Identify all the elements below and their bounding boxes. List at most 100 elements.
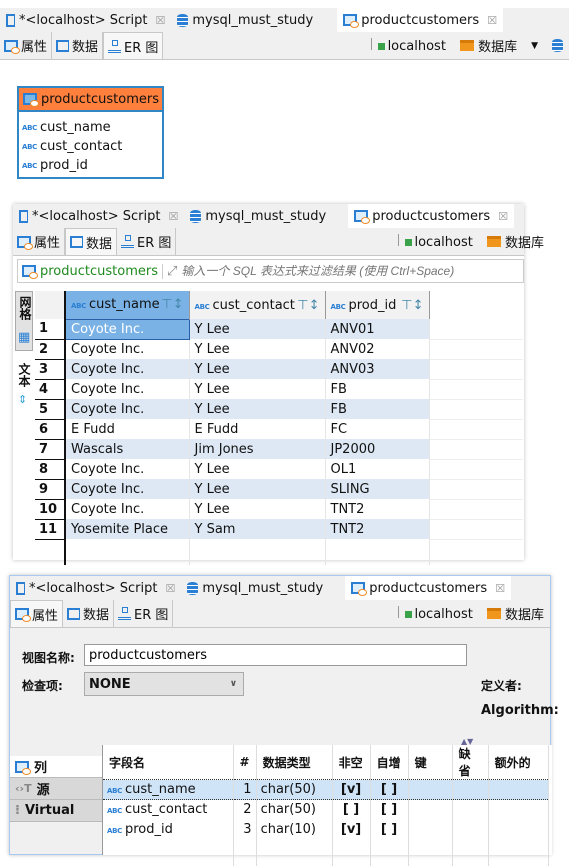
er-entity-box[interactable]: productcustomers ABC cust_name ABC cust_co…: [17, 86, 164, 179]
er-field[interactable]: ABC prod_id: [19, 156, 162, 175]
subtab-er[interactable]: ER 图: [114, 600, 174, 627]
subtab-data[interactable]: 数据: [63, 600, 115, 627]
filter-sort-icon[interactable]: ⊤↕: [297, 298, 319, 313]
close-icon[interactable]: ☒: [165, 582, 175, 595]
grid-cell[interactable]: ANV01: [325, 319, 430, 339]
column-cell[interactable]: [408, 779, 453, 800]
grid-cell[interactable]: Y Sam: [189, 519, 326, 539]
table-row[interactable]: 10 Coyote Inc. Y Lee TNT2: [35, 499, 523, 520]
column-header[interactable]: 额外的: [488, 745, 549, 780]
tab-database[interactable]: mysql_must_study: [184, 204, 332, 228]
grid-cell[interactable]: Yosemite Place: [65, 519, 190, 539]
column-header[interactable]: 字段名: [103, 745, 234, 780]
catalog-selector[interactable]: 数据库: [486, 232, 544, 251]
er-field[interactable]: ABC cust_name: [19, 118, 162, 137]
column-cell[interactable]: 3: [233, 819, 257, 840]
column-cell[interactable]: [452, 799, 489, 820]
column-cell[interactable]: 1: [233, 779, 257, 800]
grid-cell[interactable]: FB: [325, 379, 430, 399]
tab-script[interactable]: *<localhost> Script ☒: [10, 576, 182, 600]
grid-cell[interactable]: E Fudd: [189, 419, 326, 439]
column-cell[interactable]: char(50): [256, 779, 333, 800]
column-header[interactable]: 键: [408, 745, 453, 780]
grid-cell[interactable]: Y Lee: [189, 499, 326, 519]
grid-cell[interactable]: Coyote Inc.: [64, 318, 190, 340]
column-cell[interactable]: [v]: [332, 779, 371, 800]
tab-productcustomers[interactable]: productcustomers ☒: [345, 576, 512, 600]
column-row[interactable]: ABC cust_name 1 char(50) [v][ ]: [103, 779, 549, 800]
grid-cell[interactable]: SLING: [325, 479, 430, 499]
side-tab-columns[interactable]: 列: [10, 756, 102, 778]
grid-cell[interactable]: Coyote Inc.: [65, 359, 190, 379]
grid-cell[interactable]: OL1: [325, 459, 430, 479]
column-row[interactable]: ABC prod_id 3 char(10) [v][ ]: [103, 819, 549, 840]
column-cell[interactable]: [ ]: [332, 799, 371, 820]
column-cell[interactable]: [452, 819, 489, 840]
column-cell[interactable]: ABC cust_contact: [103, 799, 234, 820]
subtab-properties[interactable]: 属性: [10, 600, 64, 627]
close-icon[interactable]: ☒: [498, 210, 508, 223]
catalog-selector[interactable]: 数据库: [486, 604, 544, 623]
grid-cell[interactable]: JP2000: [325, 439, 430, 459]
grid-cell[interactable]: FB: [325, 399, 430, 419]
table-row[interactable]: 7 Wascals Jim Jones JP2000: [35, 439, 523, 460]
grid-cell[interactable]: E Fudd: [65, 419, 190, 439]
expand-icon[interactable]: ⤢: [163, 264, 181, 279]
column-header[interactable]: ABC cust_contact ⊤↕: [189, 291, 326, 319]
sort-arrows-icon[interactable]: ▲▼: [461, 737, 473, 746]
tab-productcustomers[interactable]: productcustomers ☒: [348, 204, 515, 228]
close-icon[interactable]: ☒: [495, 582, 505, 595]
column-cell[interactable]: [488, 779, 549, 800]
subtab-er[interactable]: ER 图: [103, 32, 164, 59]
subtab-data[interactable]: 数据: [65, 228, 118, 255]
grid-cell[interactable]: ANV02: [325, 339, 430, 359]
grid-cell[interactable]: Coyote Inc.: [65, 459, 190, 479]
grid-cell[interactable]: Coyote Inc.: [65, 339, 190, 359]
grid-cell[interactable]: ANV03: [325, 359, 430, 379]
dropdown-arrow-icon[interactable]: ▼: [531, 41, 538, 51]
column-row[interactable]: ABC cust_contact 2 char(50)[ ][ ]: [103, 799, 549, 820]
grid-cell[interactable]: TNT2: [325, 519, 430, 539]
table-row[interactable]: 1 Coyote Inc. Y Lee ANV01: [35, 318, 523, 340]
grid-cell[interactable]: Coyote Inc.: [65, 379, 190, 399]
subtab-data[interactable]: 数据: [52, 32, 104, 59]
tab-script[interactable]: *<localhost> Script ☒: [13, 204, 185, 228]
column-header[interactable]: ABC prod_id ⊤↕: [325, 291, 430, 319]
close-icon[interactable]: ☒: [168, 210, 178, 223]
grid-cell[interactable]: TNT2: [325, 499, 430, 519]
column-header[interactable]: 自增: [370, 745, 409, 780]
filter-sort-icon[interactable]: ⊤↕: [161, 297, 183, 312]
tab-database[interactable]: mysql_must_study: [171, 8, 320, 32]
column-cell[interactable]: [ ]: [370, 779, 409, 800]
column-cell[interactable]: char(50): [256, 799, 333, 820]
view-name-input[interactable]: [84, 644, 467, 666]
table-row[interactable]: 11 Yosemite Place Y Sam TNT2: [35, 519, 523, 540]
check-option-select[interactable]: NONE ∨: [84, 672, 244, 696]
close-icon[interactable]: ☒: [155, 14, 165, 27]
grid-cell[interactable]: Wascals: [65, 439, 190, 459]
connection-selector[interactable]: localhost: [398, 233, 473, 250]
subtab-er[interactable]: ER 图: [117, 228, 177, 255]
column-cell[interactable]: ABC prod_id: [103, 819, 234, 840]
column-cell[interactable]: [ ]: [370, 819, 409, 840]
column-header[interactable]: 缺省: [452, 745, 489, 780]
table-row[interactable]: 8 Coyote Inc. Y Lee OL1: [35, 459, 523, 480]
column-cell[interactable]: [408, 799, 453, 820]
column-header[interactable]: #: [233, 745, 257, 780]
grid-cell[interactable]: Y Lee: [189, 459, 326, 479]
grid-cell[interactable]: FC: [325, 419, 430, 439]
column-cell[interactable]: 2: [233, 799, 257, 820]
filter-sort-icon[interactable]: ⊤↕: [401, 298, 423, 313]
database-icon[interactable]: [552, 39, 563, 52]
grid-cell[interactable]: Coyote Inc.: [65, 479, 190, 499]
grid-cell[interactable]: Coyote Inc.: [65, 499, 190, 519]
side-tab-source[interactable]: ‹›T 源: [10, 778, 102, 800]
grid-cell[interactable]: Y Lee: [189, 379, 326, 399]
catalog-selector[interactable]: 数据库: [459, 36, 517, 55]
side-tab-virtual[interactable]: ⁝ Virtual: [10, 800, 102, 822]
column-cell[interactable]: [v]: [332, 819, 371, 840]
grid-cell[interactable]: Y Lee: [189, 319, 326, 339]
column-cell[interactable]: [408, 819, 453, 840]
table-row[interactable]: 5 Coyote Inc. Y Lee FB: [35, 399, 523, 420]
side-tab-text[interactable]: 文本 ⇕: [15, 359, 33, 409]
